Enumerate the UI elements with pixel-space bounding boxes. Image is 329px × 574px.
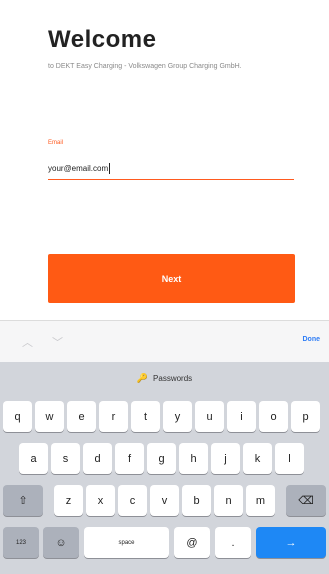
key-g[interactable]: g xyxy=(147,443,176,474)
chevron-down-icon[interactable]: ﹀ xyxy=(52,334,63,350)
text-caret xyxy=(109,163,111,174)
at-key[interactable]: @ xyxy=(174,527,210,558)
key-o[interactable]: o xyxy=(259,401,288,432)
space-key[interactable]: space xyxy=(84,527,169,558)
key-t[interactable]: t xyxy=(131,401,160,432)
key-e[interactable]: e xyxy=(67,401,96,432)
key-v[interactable]: v xyxy=(150,485,179,516)
password-suggestion-label: Passwords xyxy=(153,373,193,383)
keyboard-row-1: q w e r t y u i o p xyxy=(0,401,329,432)
key-n[interactable]: n xyxy=(214,485,243,516)
key-m[interactable]: m xyxy=(246,485,275,516)
key-l[interactable]: l xyxy=(275,443,304,474)
return-icon[interactable]: → xyxy=(256,527,326,558)
keyboard-row-2: a s d f g h j k l xyxy=(0,443,329,474)
key-w[interactable]: w xyxy=(35,401,64,432)
key-i[interactable]: i xyxy=(227,401,256,432)
keyboard-row-3: ⇧ z x c v b n m ⌫ xyxy=(0,485,329,516)
shift-icon[interactable]: ⇧ xyxy=(3,485,43,516)
key-q[interactable]: q xyxy=(3,401,32,432)
numbers-key[interactable]: 123 xyxy=(3,527,39,558)
key-j[interactable]: j xyxy=(211,443,240,474)
key-u[interactable]: u xyxy=(195,401,224,432)
chevron-up-icon[interactable]: ︿ xyxy=(22,334,33,350)
key-x[interactable]: x xyxy=(86,485,115,516)
key-f[interactable]: f xyxy=(115,443,144,474)
done-button[interactable]: Done xyxy=(303,336,321,343)
key-h[interactable]: h xyxy=(179,443,208,474)
keyboard-accessory-bar: ︿ ﹀ Done xyxy=(0,320,329,363)
page-title: Welcome xyxy=(48,26,157,53)
key-icon: 🔑 xyxy=(136,372,149,383)
email-field[interactable]: your@email.com xyxy=(48,158,294,180)
key-k[interactable]: k xyxy=(243,443,272,474)
key-p[interactable]: p xyxy=(291,401,320,432)
key-d[interactable]: d xyxy=(83,443,112,474)
page-subtitle: to DEKT Easy Charging - Volkswagen Group… xyxy=(48,63,242,70)
key-a[interactable]: a xyxy=(19,443,48,474)
next-button[interactable]: Next xyxy=(48,254,295,303)
key-y[interactable]: y xyxy=(163,401,192,432)
key-b[interactable]: b xyxy=(182,485,211,516)
password-suggestion[interactable]: 🔑 Passwords xyxy=(0,362,329,394)
delete-icon[interactable]: ⌫ xyxy=(286,485,326,516)
email-label: Email xyxy=(48,140,64,146)
key-r[interactable]: r xyxy=(99,401,128,432)
key-z[interactable]: z xyxy=(54,485,83,516)
key-s[interactable]: s xyxy=(51,443,80,474)
email-value: your@email.com xyxy=(48,164,109,173)
key-c[interactable]: c xyxy=(118,485,147,516)
emoji-icon[interactable]: ☺ xyxy=(43,527,79,558)
dot-key[interactable]: . xyxy=(215,527,251,558)
keyboard-row-4: 123 ☺ space @ . → xyxy=(0,527,329,558)
keyboard: 🔑 Passwords q w e r t y u i o p a s d f … xyxy=(0,362,329,574)
